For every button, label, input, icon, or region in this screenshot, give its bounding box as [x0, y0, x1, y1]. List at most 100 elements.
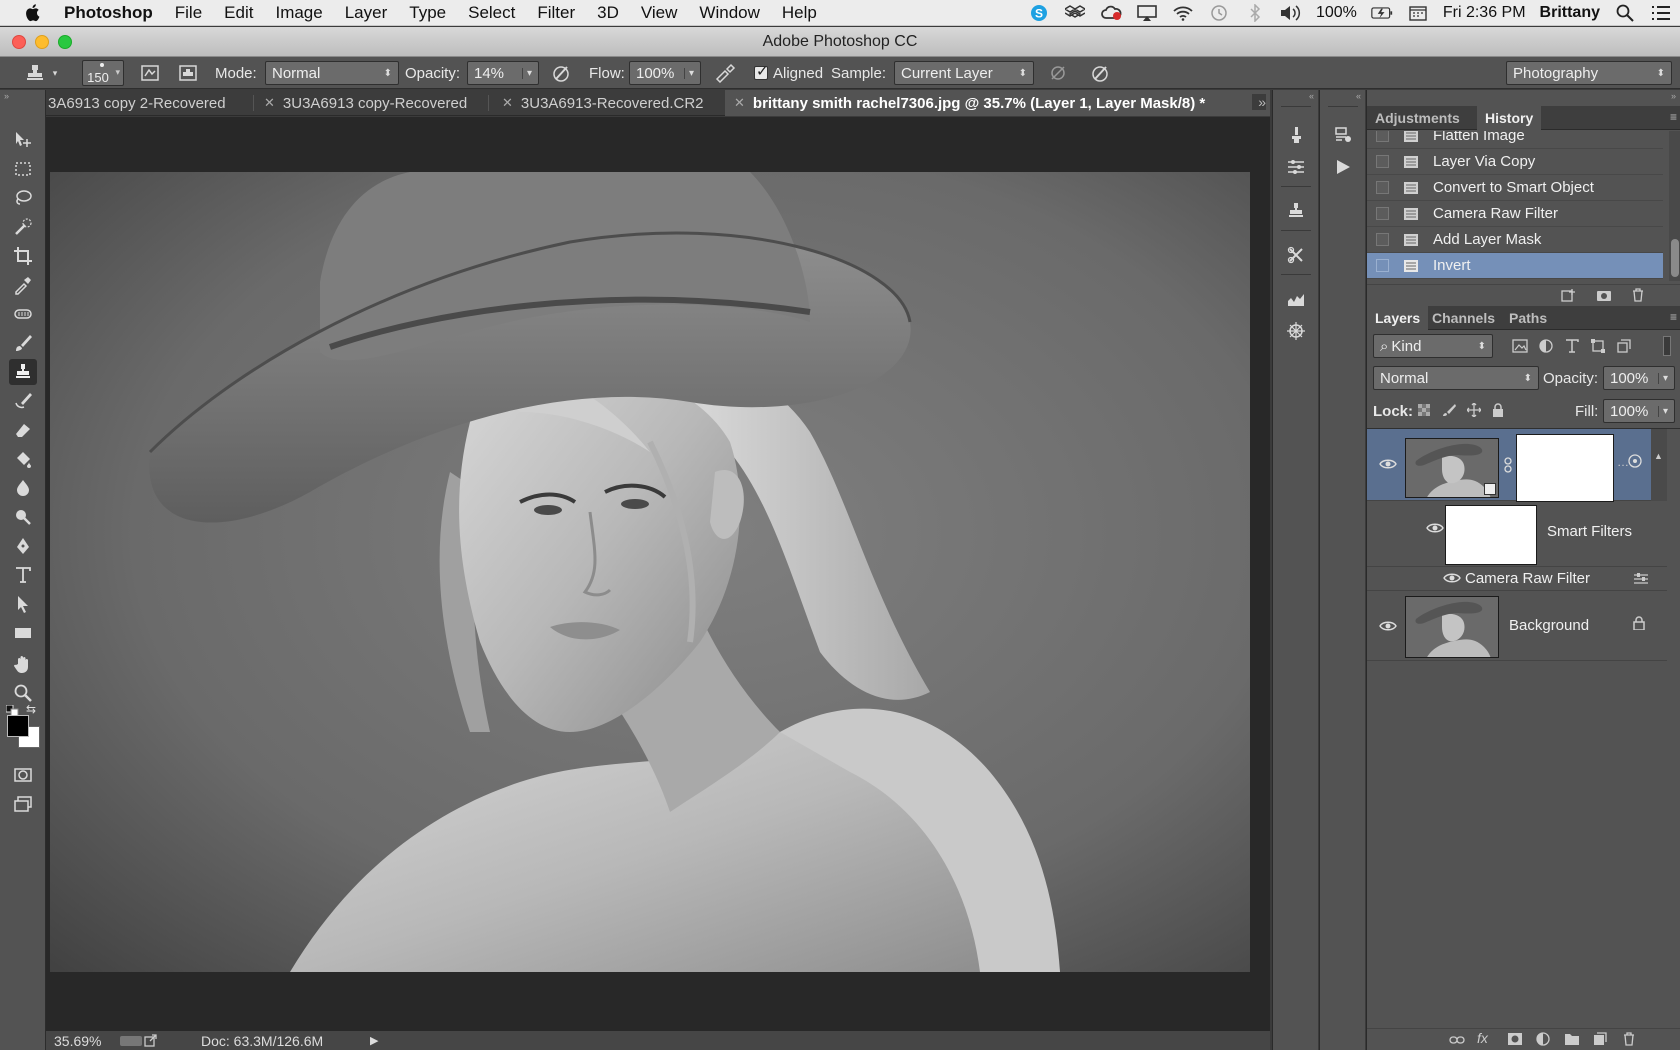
document-image[interactable] — [50, 172, 1250, 972]
clone-source-icon[interactable] — [1283, 198, 1309, 224]
layers-scrollbar[interactable]: ▲ — [1651, 429, 1667, 501]
dropbox-icon[interactable] — [1064, 4, 1086, 22]
eye-visibility-icon[interactable] — [1443, 571, 1461, 585]
background-thumbnail[interactable] — [1405, 596, 1499, 658]
pen-tool-icon[interactable] — [9, 533, 37, 559]
tab-document-active[interactable]: ✕ brittany smith rachel7306.jpg @ 35.7% (… — [725, 90, 1270, 116]
document-canvas-area[interactable] — [46, 117, 1270, 1031]
smart-filter-icon[interactable] — [1627, 453, 1643, 469]
swap-colors-icon[interactable]: ⇆ — [26, 702, 40, 716]
tab-document-2[interactable]: ✕ 3U3A6913 copy-Recovered — [264, 90, 486, 116]
lock-all-icon[interactable] — [1492, 403, 1504, 422]
snapshot-camera-icon[interactable] — [1596, 288, 1612, 307]
blend-mode-select[interactable]: Normal ⬍ — [1373, 366, 1539, 390]
more-tabs-icon[interactable]: » — [1252, 94, 1266, 110]
trash-icon[interactable] — [1631, 288, 1645, 307]
close-icon[interactable]: ✕ — [264, 95, 275, 111]
scroll-up-arrow-icon[interactable]: ▲ — [1654, 451, 1663, 461]
history-source-checkbox[interactable] — [1376, 131, 1389, 142]
pressure-opacity-icon[interactable] — [548, 61, 574, 85]
filter-pixel-icon[interactable] — [1512, 338, 1528, 359]
spot-healing-tool-icon[interactable] — [9, 301, 37, 327]
dodge-tool-icon[interactable] — [9, 504, 37, 530]
background-layer-row[interactable]: Background — [1367, 591, 1667, 661]
crop-tool-icon[interactable] — [9, 243, 37, 269]
brush-tool-icon[interactable] — [9, 330, 37, 356]
tab-adjustments[interactable]: Adjustments — [1367, 106, 1468, 130]
foreground-color-swatch[interactable] — [7, 715, 29, 737]
collapse-panel-icon[interactable]: « — [1309, 91, 1314, 101]
calendar-icon[interactable] — [1407, 4, 1429, 22]
skype-icon[interactable]: S — [1028, 4, 1050, 22]
zoom-level[interactable]: 35.69% — [54, 1033, 101, 1049]
scrollbar-thumb[interactable] — [1671, 239, 1679, 277]
apple-menu[interactable] — [0, 3, 64, 22]
smart-filter-mask-thumbnail[interactable] — [1445, 505, 1537, 565]
layer-row-selected[interactable]: … ▲ — [1367, 429, 1667, 502]
layer-style-fx-icon[interactable]: fx — [1477, 1030, 1488, 1046]
sample-select[interactable]: Current Layer ⬍ — [894, 61, 1034, 85]
brush-settings-icon[interactable] — [1283, 154, 1309, 180]
flow-input[interactable]: 100% ▾ — [629, 61, 701, 85]
link-chain-icon[interactable] — [1504, 457, 1512, 473]
history-source-checkbox[interactable] — [1376, 155, 1389, 168]
eyedropper-tool-icon[interactable] — [9, 272, 37, 298]
hand-tool-icon[interactable] — [9, 651, 37, 677]
collapse-panel-icon[interactable]: » — [1671, 91, 1676, 101]
clone-source-panel-icon[interactable] — [175, 61, 201, 85]
histogram-icon[interactable] — [1283, 286, 1309, 312]
menu-view[interactable]: View — [630, 3, 689, 23]
history-source-checkbox[interactable] — [1376, 259, 1389, 272]
menu-3d[interactable]: 3D — [586, 3, 630, 23]
menu-type[interactable]: Type — [398, 3, 457, 23]
tab-paths[interactable]: Paths — [1501, 306, 1555, 330]
aligned-checkbox-group[interactable]: ✓ Aligned — [754, 61, 823, 85]
share-icon[interactable] — [144, 1033, 158, 1050]
notification-center-icon[interactable] — [1650, 4, 1672, 22]
close-icon[interactable]: ✕ — [734, 95, 745, 111]
user-name[interactable]: Brittany — [1540, 4, 1600, 22]
add-mask-icon[interactable] — [1507, 1032, 1523, 1050]
menu-edit[interactable]: Edit — [213, 3, 264, 23]
clone-stamp-preset-icon[interactable] — [22, 61, 48, 85]
quick-mask-icon[interactable] — [9, 762, 37, 788]
menu-help[interactable]: Help — [771, 3, 828, 23]
brush-panel-toggle-icon[interactable] — [137, 61, 163, 85]
properties-icon[interactable] — [1330, 122, 1356, 148]
lock-image-pixels-icon[interactable] — [1442, 403, 1456, 422]
battery-icon[interactable] — [1371, 4, 1393, 22]
pressure-size-icon[interactable] — [1087, 61, 1113, 85]
opacity-input[interactable]: 14% ▾ — [467, 61, 539, 85]
panel-menu-icon[interactable]: ≡ — [1670, 110, 1677, 124]
layer-thumbnail[interactable] — [1405, 438, 1499, 498]
actions-play-icon[interactable] — [1330, 154, 1356, 180]
close-icon[interactable]: ✕ — [502, 95, 513, 111]
collapse-panel-icon[interactable]: » — [4, 91, 9, 101]
brush-size-picker[interactable]: 150 ▾ — [82, 60, 124, 86]
history-item[interactable]: Layer Via Copy — [1367, 149, 1663, 175]
path-selection-tool-icon[interactable] — [9, 591, 37, 617]
workspace-select[interactable]: Photography ⬍ — [1506, 61, 1672, 85]
new-layer-icon[interactable] — [1593, 1032, 1607, 1050]
history-scrollbar[interactable] — [1669, 131, 1680, 281]
menu-image[interactable]: Image — [264, 3, 333, 23]
menu-window[interactable]: Window — [688, 3, 770, 23]
tab-document-3[interactable]: ✕ 3U3A6913-Recovered.CR2 — [502, 90, 722, 116]
marquee-tool-icon[interactable] — [9, 156, 37, 182]
smart-filters-row[interactable]: Smart Filters — [1367, 501, 1667, 567]
paint-bucket-tool-icon[interactable] — [9, 446, 37, 472]
filter-shape-icon[interactable] — [1590, 338, 1606, 359]
link-layers-icon[interactable] — [1449, 1033, 1465, 1050]
eye-visibility-icon[interactable] — [1379, 619, 1397, 633]
blending-options-icon[interactable] — [1633, 572, 1649, 586]
menu-filter[interactable]: Filter — [526, 3, 586, 23]
move-tool-icon[interactable] — [9, 127, 37, 153]
history-source-checkbox[interactable] — [1376, 181, 1389, 194]
eye-visibility-icon[interactable] — [1426, 521, 1444, 535]
menu-layer[interactable]: Layer — [334, 3, 399, 23]
filter-smart-object-icon[interactable] — [1616, 338, 1632, 359]
ignore-adjustment-layers-icon[interactable] — [1045, 61, 1071, 85]
lock-transparent-icon[interactable] — [1417, 403, 1431, 422]
eraser-tool-icon[interactable] — [9, 417, 37, 443]
tab-channels[interactable]: Channels — [1424, 306, 1503, 330]
